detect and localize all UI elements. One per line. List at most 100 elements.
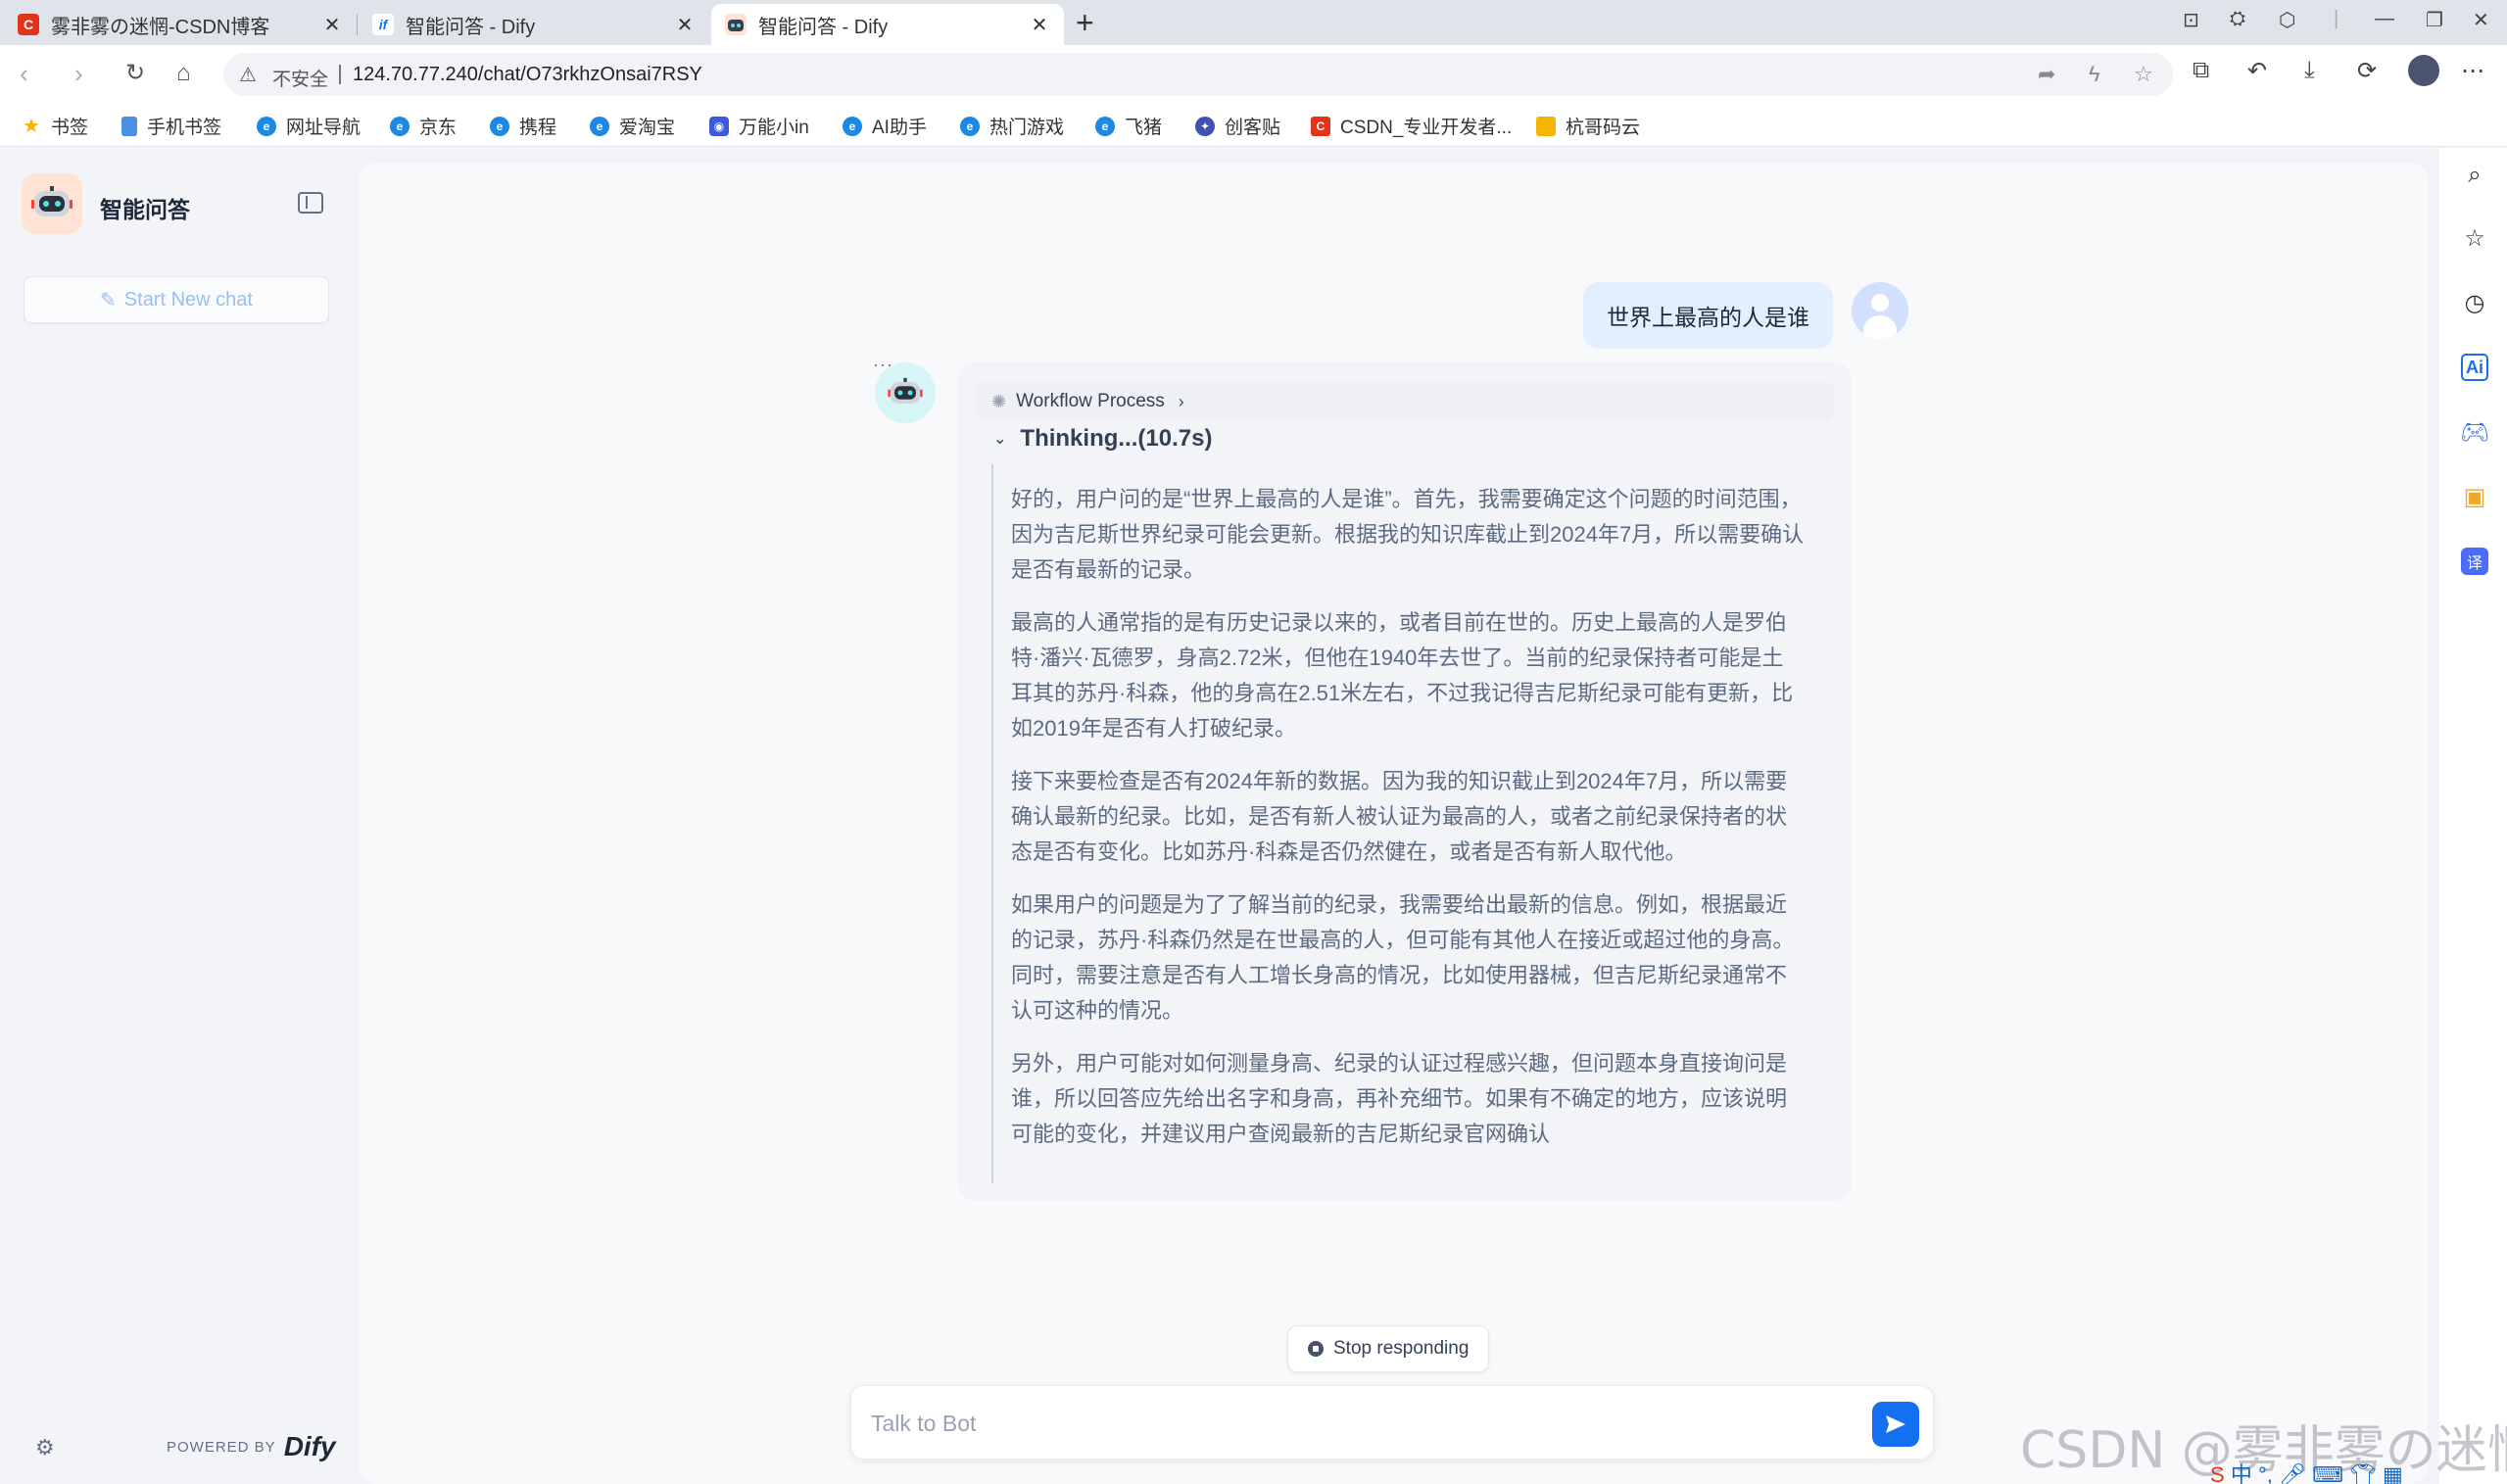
csdn-icon: C: [18, 14, 39, 35]
minimize-icon[interactable]: —: [2375, 8, 2394, 30]
bot-avatar: [875, 362, 936, 423]
keyboard-icon: ⌨: [2312, 1462, 2343, 1484]
browser-right-sidebar: ⌕ ☆ ◷ Ai 🎮︎ ▣ 译: [2439, 148, 2507, 1484]
ai-icon[interactable]: Ai: [2461, 354, 2488, 381]
star-icon: ★: [23, 116, 40, 137]
close-icon[interactable]: ✕: [1029, 13, 1050, 37]
reload-icon[interactable]: ↻: [125, 59, 145, 88]
bookmark-label: 携程: [519, 118, 557, 138]
powered-by-label: POWERED BY: [167, 1438, 276, 1456]
url-text[interactable]: 124.70.77.240/chat/O73rkhzOnsai7RSY: [353, 64, 702, 86]
settings-sliders-icon[interactable]: ⚙: [35, 1435, 55, 1460]
download-icon[interactable]: ⤓: [2304, 57, 2315, 84]
toolbox-icon[interactable]: ▣: [2461, 483, 2488, 510]
tab-dify-active[interactable]: 智能问答 - Dify ✕: [711, 4, 1064, 45]
undo-icon[interactable]: ↶: [2247, 57, 2267, 85]
gamepad-icon[interactable]: 🎮︎: [2460, 418, 2489, 446]
star-icon[interactable]: ☆: [2461, 224, 2488, 252]
thinking-paragraph: 好的，用户问的是“世界上最高的人是谁”。首先，我需要确定这个问题的时间范围，因为…: [1011, 487, 1805, 582]
restore-icon[interactable]: ❐: [2426, 8, 2443, 32]
home-icon[interactable]: ⌂: [176, 59, 191, 88]
bookmark-item[interactable]: e 京东: [390, 113, 457, 139]
punctuation-icon: °,: [2257, 1462, 2273, 1484]
new-tab-button[interactable]: +: [1076, 6, 1094, 39]
tab-title: 智能问答 - Dify: [406, 16, 536, 38]
bookmark-item[interactable]: e 热门游戏: [960, 113, 1064, 139]
start-new-chat-button[interactable]: ✎ Start New chat: [24, 276, 329, 323]
browser-e-icon: e: [590, 116, 609, 136]
browser-e-icon: e: [1095, 116, 1115, 136]
bookmarks-bar: ★ 书签 手机书签 e 网址导航 e 京东 e 携程 e 爱淘宝 ◉ 万能小in e AI助手…: [0, 104, 2507, 147]
tab-csdn[interactable]: C 雾非雾の迷惘-CSDN博客 ✕: [4, 4, 357, 45]
separator: |: [2334, 8, 2339, 29]
bookmark-label: 飞猪: [1125, 118, 1163, 138]
microphone-icon: 🎤︎: [2279, 1462, 2306, 1484]
grid-icon: ▦: [2383, 1462, 2403, 1484]
browser-e-icon: e: [490, 116, 509, 136]
thinking-toggle[interactable]: ⌄ Thinking...(10.7s): [993, 425, 1212, 453]
bookmark-item[interactable]: ◉ 万能小in: [709, 113, 809, 139]
ime-tray-icons: S 中 °, 🎤︎ ⌨ 👕︎ ▦: [2210, 1458, 2403, 1484]
back-icon[interactable]: ‹: [20, 59, 28, 88]
app-avatar: [22, 173, 82, 234]
bookmark-item[interactable]: 手机书签: [121, 113, 221, 139]
thinking-content: 好的，用户问的是“世界上最高的人是谁”。首先，我需要确定这个问题的时间范围，因为…: [991, 464, 1818, 1183]
bookmark-item[interactable]: ✦ 创客贴: [1195, 113, 1280, 139]
user-avatar: [1852, 282, 1908, 339]
thinking-label: Thinking...(10.7s): [1020, 425, 1213, 452]
bookmark-label: AI助手: [872, 118, 927, 138]
extensions-icon[interactable]: ⧉: [2193, 57, 2209, 84]
share-icon[interactable]: ➦: [2038, 62, 2055, 87]
robot-icon: [725, 14, 747, 35]
workflow-process-toggle[interactable]: ✺ Workflow Process ›: [976, 382, 1834, 421]
translate-icon[interactable]: 译: [2461, 548, 2488, 575]
bookmark-item[interactable]: e 飞猪: [1095, 113, 1162, 139]
address-bar-row: ‹ › ↻ ⌂ ⚠ 不安全 124.70.77.240/chat/O73rkhz…: [0, 45, 2507, 104]
edit-icon: ✎: [100, 289, 117, 311]
sogou-icon: S: [2210, 1462, 2225, 1484]
bookmark-label: CSDN_专业开发者...: [1340, 118, 1513, 138]
skin-icon: 👕︎: [2348, 1462, 2377, 1484]
search-icon[interactable]: ⌕: [2461, 162, 2488, 189]
csdn-icon: C: [1311, 116, 1330, 136]
bookmark-item[interactable]: ★ 书签: [22, 113, 88, 139]
star-icon[interactable]: ☆: [2134, 62, 2153, 87]
loading-spinner-icon: ✺: [991, 391, 1007, 411]
bookmark-item[interactable]: e 携程: [490, 113, 556, 139]
bookmark-item[interactable]: e 网址导航: [257, 113, 361, 139]
tab-dify[interactable]: if 智能问答 - Dify ✕: [359, 4, 709, 45]
bookmark-item[interactable]: 杭哥码云: [1536, 113, 1640, 139]
lightning-icon[interactable]: ϟ: [2089, 62, 2100, 87]
extension-icon[interactable]: ⬡: [2279, 8, 2295, 32]
thinking-paragraph: 如果用户的问题是为了了解当前的纪录，我需要给出最新的信息。例如，根据最近的记录，…: [1011, 892, 1795, 1023]
sidebar-toggle-icon[interactable]: [298, 192, 323, 214]
send-button[interactable]: [1872, 1402, 1919, 1447]
bookmark-label: 万能小in: [739, 118, 809, 138]
close-icon[interactable]: ✕: [321, 13, 343, 37]
sync-icon[interactable]: ⟳: [2357, 57, 2377, 85]
shield-icon: ✦: [1195, 116, 1215, 136]
browser-e-icon: e: [960, 116, 980, 136]
workflow-label: Workflow Process: [1016, 391, 1165, 411]
send-icon: [1886, 1415, 1905, 1433]
bookmark-item[interactable]: e 爱淘宝: [590, 113, 675, 139]
chat-input[interactable]: [871, 1404, 1851, 1443]
robot-icon: [888, 377, 923, 404]
bookmark-item[interactable]: e AI助手: [843, 113, 927, 139]
stop-responding-button[interactable]: Stop responding: [1287, 1325, 1490, 1372]
bookmark-item[interactable]: C CSDN_专业开发者...: [1311, 113, 1512, 139]
app-name: 智能问答: [100, 197, 190, 222]
game-icon[interactable]: ⛭: [2230, 8, 2245, 30]
forward-icon[interactable]: ›: [74, 59, 83, 88]
more-menu-icon[interactable]: ⋯: [2461, 57, 2484, 85]
bookmark-label: 京东: [419, 118, 458, 138]
bot-answer-card: ✺ Workflow Process › ⌄ Thinking...(10.7s…: [958, 362, 1852, 1201]
profile-avatar[interactable]: [2408, 55, 2439, 86]
history-clock-icon[interactable]: ◷: [2461, 289, 2488, 316]
tab-search-icon[interactable]: ⊡: [2183, 8, 2199, 32]
window-close-icon[interactable]: ✕: [2473, 8, 2489, 32]
phone-icon: [121, 116, 137, 136]
stop-label: Stop responding: [1333, 1338, 1470, 1359]
url-field[interactable]: ⚠ 不安全 124.70.77.240/chat/O73rkhzOnsai7RS…: [223, 53, 2173, 96]
close-icon[interactable]: ✕: [674, 13, 696, 37]
